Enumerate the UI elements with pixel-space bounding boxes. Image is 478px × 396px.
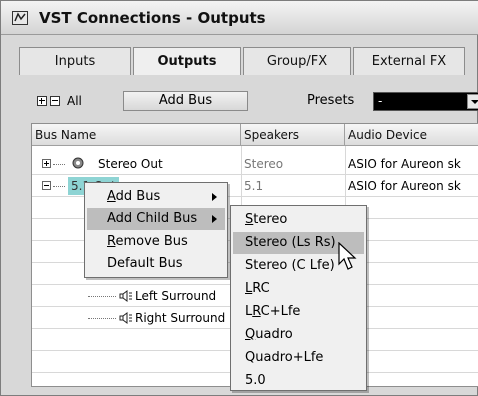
stereo-bus-icon (72, 157, 84, 169)
bus-name: Stereo Out (98, 157, 163, 171)
mouse-cursor-icon (338, 242, 357, 270)
tree-connector (53, 186, 65, 187)
menu-item-add-child-bus[interactable]: Add Child Bus (87, 208, 225, 230)
menu-item-label: Stereo (C Lfe) (245, 258, 335, 273)
menu-item-label: Default Bus (107, 256, 183, 271)
submenu-item-lrc[interactable]: LRC (233, 278, 364, 300)
vst-connections-window: VST Connections - Outputs Inputs Outputs… (0, 0, 478, 396)
presets-label: Presets (307, 93, 355, 108)
menu-item-accelerator: A (107, 189, 116, 204)
expand-all-icon[interactable] (37, 96, 47, 106)
menu-item-label: uadro (255, 327, 293, 342)
menu-item-label: tereo (253, 212, 288, 227)
chevron-down-icon[interactable] (467, 94, 478, 109)
speaker-icon (119, 312, 132, 324)
collapse-all-icon[interactable] (50, 96, 60, 106)
tree-connector (53, 164, 65, 165)
menu-item-label: emove Bus (115, 234, 188, 249)
speaker-icon (119, 290, 132, 302)
menu-item-label: Quadro+Lfe (245, 350, 324, 365)
submenu-item-stereo[interactable]: Stereo (233, 209, 364, 231)
tab-group-fx[interactable]: Group/FX (243, 47, 351, 75)
column-header-audio-device[interactable]: Audio Device (345, 124, 478, 146)
expand-icon[interactable] (42, 159, 51, 168)
menu-item-accelerator: Q (245, 327, 256, 342)
presets-value: - (378, 94, 383, 108)
submenu-arrow-icon (212, 215, 217, 223)
speakers-value: 5.1 (244, 179, 264, 193)
presets-dropdown[interactable]: - (373, 92, 478, 111)
menu-item-label: Stereo (Ls Rs) (245, 235, 336, 250)
table-row[interactable]: Stereo Out Stereo ASIO for Aureon sk (32, 153, 478, 175)
menu-item-label: RC (252, 281, 270, 296)
menu-item-remove-bus[interactable]: Remove Bus (87, 231, 225, 253)
window-title: VST Connections - Outputs (39, 9, 266, 27)
tree-connector (88, 318, 116, 319)
menu-item-label: 5.0 (245, 373, 266, 388)
menu-item-label: Add Child Bus (107, 211, 198, 226)
submenu-item-lrc-lfe[interactable]: LRC+Lfe (233, 301, 364, 323)
submenu-item-quadro[interactable]: Quadro (233, 324, 364, 346)
menu-item-accelerator: R (252, 304, 261, 319)
tab-inputs[interactable]: Inputs (19, 47, 131, 75)
submenu-arrow-icon (212, 193, 217, 201)
menu-item-default-bus[interactable]: Default Bus (87, 253, 225, 275)
context-menu: Add Bus Add Child Bus Remove Bus Default… (84, 182, 228, 278)
add-bus-button[interactable]: Add Bus (123, 91, 248, 111)
tab-bar: Inputs Outputs Group/FX External FX (19, 47, 478, 75)
tab-outputs[interactable]: Outputs (133, 47, 241, 75)
menu-item-label: dd Bus (115, 189, 161, 204)
tab-external-fx[interactable]: External FX (353, 47, 465, 75)
collapse-icon[interactable] (42, 181, 51, 190)
column-header-bus-name[interactable]: Bus Name (32, 124, 241, 146)
vst-connections-icon (12, 11, 28, 25)
submenu-item-quadro-lfe[interactable]: Quadro+Lfe (233, 347, 364, 369)
menu-item-add-bus[interactable]: Add Bus (87, 186, 225, 208)
submenu-item-5-0[interactable]: 5.0 (233, 370, 364, 392)
audio-device-value: ASIO for Aureon sk (348, 179, 461, 193)
audio-device-value: ASIO for Aureon sk (348, 157, 461, 171)
bus-name: Right Surround (135, 311, 226, 325)
menu-item-label: C+Lfe (260, 304, 301, 319)
toolbar: All Add Bus Presets - (19, 85, 478, 115)
tree-connector (88, 296, 116, 297)
speakers-value: Stereo (244, 157, 284, 171)
child-bus-submenu: Stereo Stereo (Ls Rs) Stereo (C Lfe) LRC… (230, 205, 367, 391)
title-bar[interactable]: VST Connections - Outputs (1, 1, 478, 35)
column-header-speakers[interactable]: Speakers (241, 124, 345, 146)
bus-name: Left Surround (135, 289, 217, 303)
all-label: All (67, 94, 82, 108)
